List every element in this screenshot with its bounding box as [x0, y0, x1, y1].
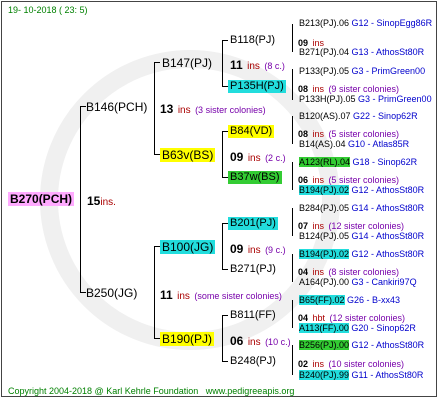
gen4-queen[interactable]: A164(PJ).00 G3 - Cankiri97Q — [298, 278, 418, 287]
gen2-inseminations: 11 ins (8 c.) — [230, 58, 285, 72]
date-header: 19- 10-2018 ( 23: 5) — [8, 5, 88, 15]
gen1-inseminations: 13 ins (3 sister colonies) — [160, 102, 266, 116]
gen3-queen[interactable]: B118(PJ) — [228, 34, 277, 47]
gen4-queen[interactable]: B271(PJ).04 G13 - AthosSt80R — [298, 48, 425, 57]
gen3-queen[interactable]: B37w(BS) — [228, 171, 282, 184]
site-link[interactable]: www.pedigreeapis.org — [206, 386, 295, 396]
gen4-queen[interactable]: B240(PJ).99 G11 - AthosSt80R — [298, 370, 424, 380]
gen4-queen[interactable]: B194(PJ).02 G12 - AthosSt80R — [298, 249, 425, 259]
gen4-queen[interactable]: B194(PJ).02 G12 - AthosSt80R — [298, 185, 425, 195]
gen4-queen[interactable]: A113(FF).00 G20 - Sinop62R — [298, 323, 417, 333]
gen2-inseminations: 06 ins (10 c.) — [230, 334, 291, 348]
gen4-queen[interactable]: B213(PJ).06 G12 - SinopEgg86R — [298, 19, 433, 28]
connector — [292, 254, 293, 282]
connector — [292, 208, 293, 236]
gen3-queen[interactable]: B84(VD) — [228, 125, 275, 138]
connector — [154, 246, 155, 338]
gen3-inseminations: 02 ins (10 sister colonies) — [298, 359, 404, 369]
gen2-queen[interactable]: B190(PJ) — [160, 332, 215, 346]
gen4-queen[interactable]: B284(PJ).05 G14 - AthosSt80R — [298, 204, 425, 213]
gen3-queen[interactable]: P135H(PJ) — [228, 80, 286, 93]
gen4-queen[interactable]: B65(FF).02 G26 - B-xx43 — [298, 295, 401, 305]
gen4-queen[interactable]: B120(AS).07 G22 - Sinop62R — [298, 112, 419, 121]
connector — [222, 131, 223, 177]
connector — [292, 162, 293, 190]
gen2-inseminations: 09 ins (9 c.) — [230, 242, 286, 256]
gen1-inseminations: 11 ins (some sister colonies) — [160, 288, 282, 302]
connector — [222, 315, 223, 361]
gen1-queen[interactable]: B250(JG) — [84, 286, 139, 300]
gen3-queen[interactable]: B811(FF) — [228, 309, 278, 322]
gen4-queen[interactable]: B256(PJ).00 G12 - AthosSt80R — [298, 340, 425, 350]
connector — [80, 106, 81, 292]
gen1-queen[interactable]: B146(PCH) — [84, 100, 149, 114]
connector — [292, 69, 293, 100]
gen3-queen[interactable]: B248(PJ) — [228, 355, 278, 368]
gen3-queen[interactable]: B271(PJ) — [228, 263, 278, 276]
gen4-queen[interactable]: P133(PJ).05 G3 - PrimGreen00 — [298, 67, 426, 76]
connector — [292, 345, 293, 375]
gen4-queen[interactable]: B124(PJ).05 G14 - AthosSt80R — [298, 232, 425, 241]
footer: Copyright 2004-2018 @ Karl Kehrle Founda… — [8, 386, 295, 396]
gen2-inseminations: 09 ins (2 c.) — [230, 150, 286, 164]
connector — [154, 62, 155, 154]
gen2-queen[interactable]: B147(PJ) — [160, 56, 214, 70]
connector — [292, 24, 293, 52]
gen2-queen[interactable]: B100(JG) — [160, 240, 216, 254]
gen4-queen[interactable]: A123(RL).04 G18 - Sinop62R — [298, 157, 418, 167]
connector — [222, 223, 223, 269]
gen3-queen[interactable]: B201(PJ) — [228, 217, 278, 230]
root-queen[interactable]: B270(PCH) — [8, 192, 75, 206]
connector — [222, 40, 223, 86]
gen4-queen[interactable]: P133H(PJ).05 G3 - PrimGreen00 — [298, 95, 433, 104]
connector — [292, 300, 293, 328]
connector — [292, 116, 293, 144]
root-inseminations: 15ins. — [87, 194, 116, 208]
gen2-queen[interactable]: B63v(BS) — [160, 148, 216, 162]
gen4-queen[interactable]: B14(AS).04 G10 - Atlas85R — [298, 140, 410, 149]
